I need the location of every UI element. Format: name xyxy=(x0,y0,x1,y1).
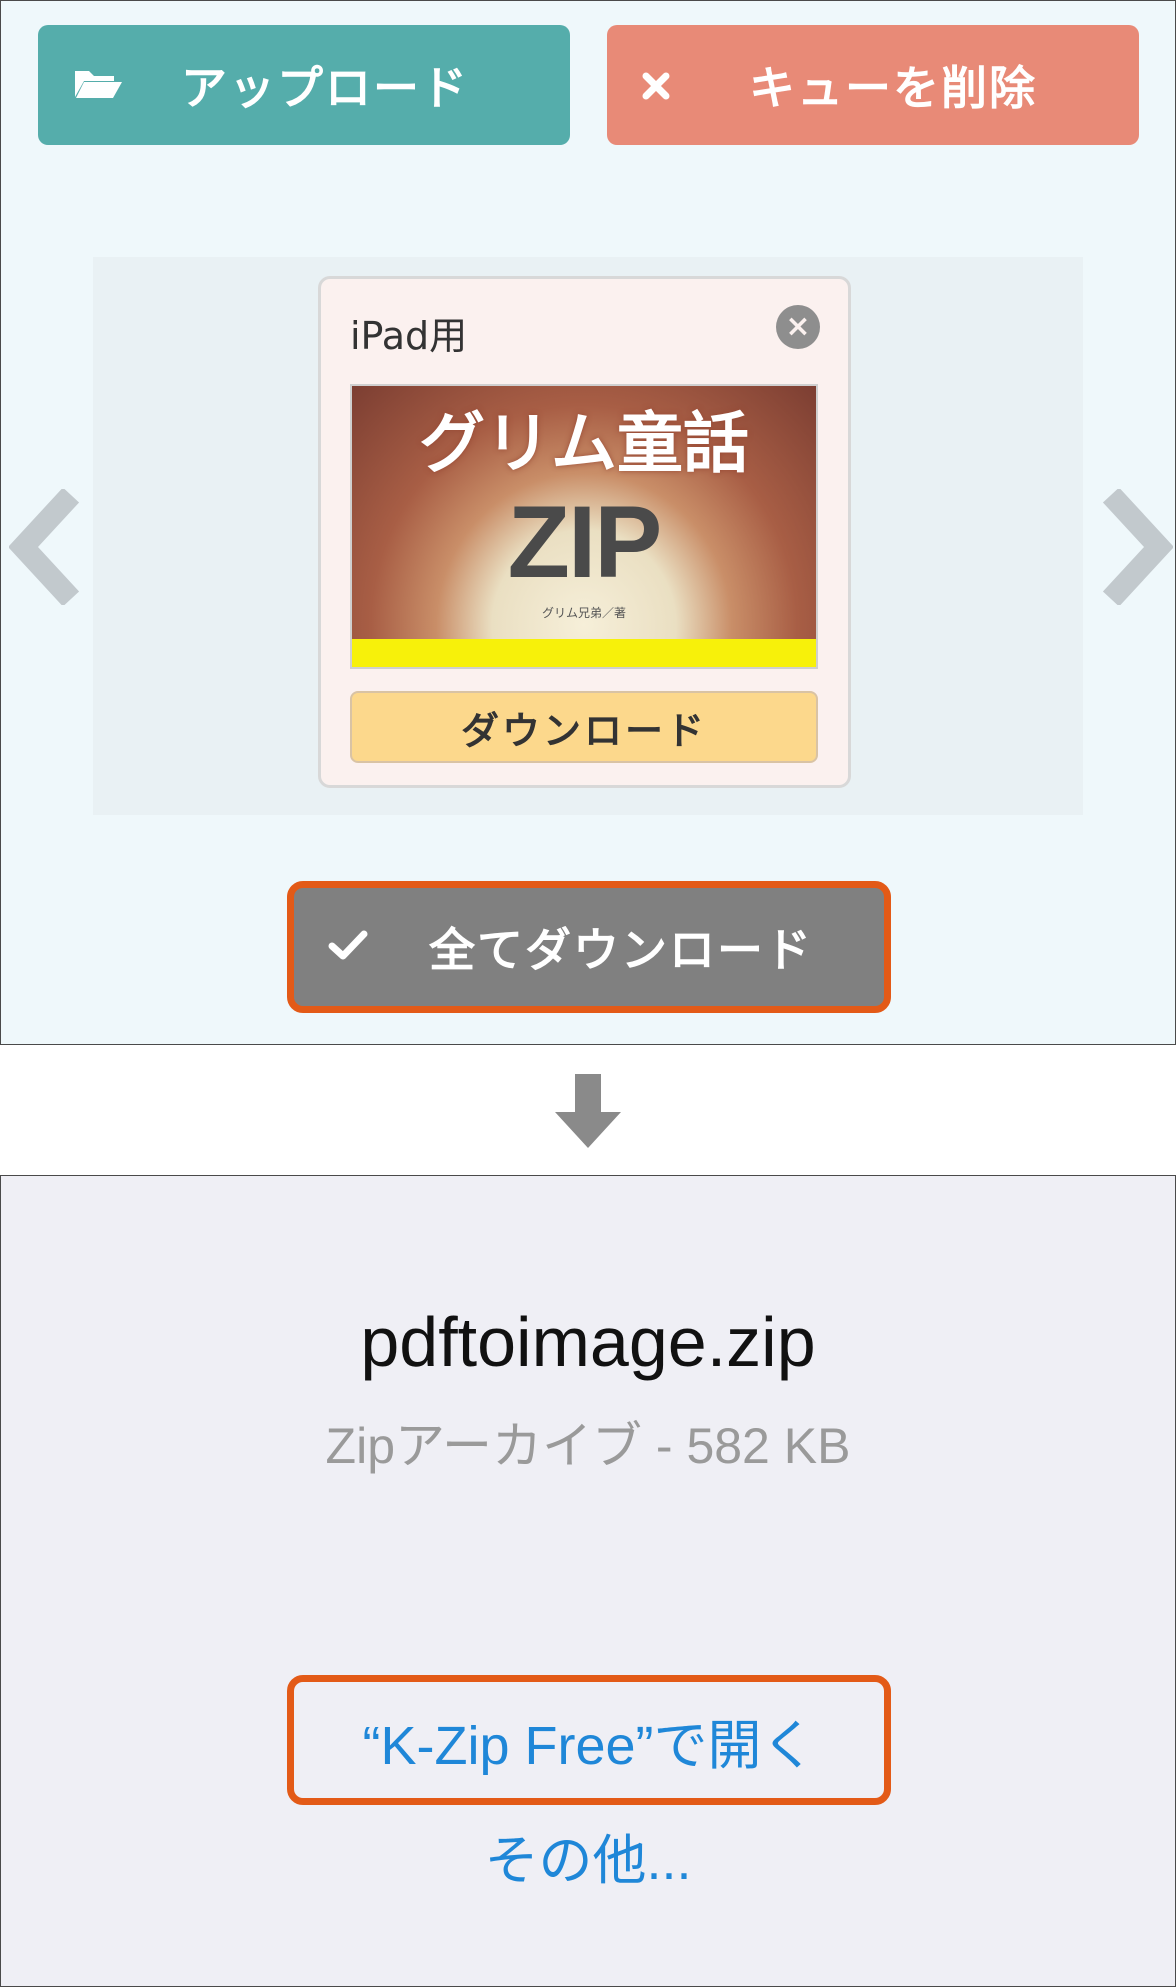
download-button[interactable]: ダウンロード xyxy=(350,691,818,763)
upload-label: アップロード xyxy=(181,61,469,115)
clear-queue-button[interactable]: キューを削除 xyxy=(607,25,1139,145)
download-all-label: 全てダウンロード xyxy=(429,923,813,977)
open-in-sheet: pdftoimage.zip Zipアーカイブ - 582 KB “K-Zip … xyxy=(0,1175,1176,1987)
close-icon xyxy=(641,58,671,112)
book-cover-thumbnail: グリム童話 ZIP グリム兄弟／著 xyxy=(350,384,818,669)
previous-arrow-icon[interactable] xyxy=(8,479,85,629)
clear-queue-label: キューを削除 xyxy=(749,61,1037,115)
other-apps-button[interactable]: その他... xyxy=(1,1816,1175,1895)
cover-title: グリム童話 xyxy=(419,405,749,482)
remove-file-icon[interactable]: × xyxy=(776,305,820,349)
down-arrow-icon xyxy=(553,1072,623,1156)
card-title: iPad用 xyxy=(350,314,468,358)
check-icon xyxy=(328,928,368,966)
cover-author: グリム兄弟／著 xyxy=(541,606,626,620)
file-card: iPad用 × グリム童話 ZIP グリム兄弟／著 ダウンロード xyxy=(318,276,851,788)
upload-button[interactable]: アップロード xyxy=(38,25,570,145)
file-name: pdftoimage.zip xyxy=(360,1303,816,1381)
upload-panel: アップロード キューを削除 iPad用 × グリム童話 ZIP グリム兄弟／著 … xyxy=(0,0,1176,1045)
download-all-button[interactable]: 全てダウンロード xyxy=(287,881,891,1013)
folder-open-icon xyxy=(72,58,124,112)
open-in-kzip-button[interactable]: “K-Zip Free”で開く xyxy=(287,1675,891,1805)
file-meta: Zipアーカイブ - 582 KB xyxy=(325,1418,851,1474)
cover-zip-text: ZIP xyxy=(507,485,663,599)
cover-yellow-band xyxy=(352,639,816,667)
next-arrow-icon[interactable] xyxy=(1097,479,1174,629)
